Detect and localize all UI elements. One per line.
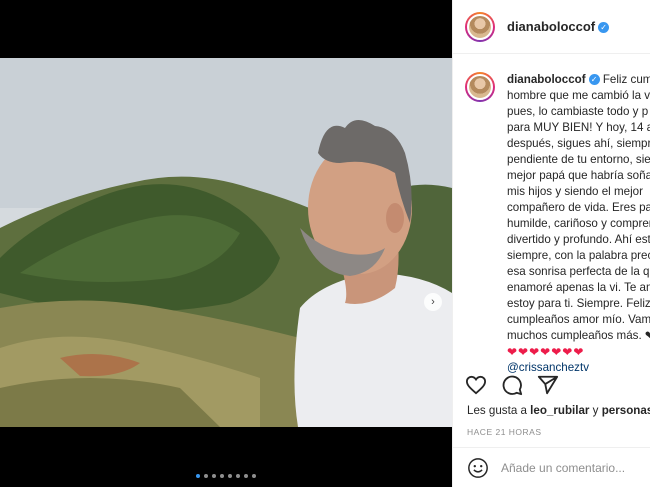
carousel-dot	[212, 474, 216, 478]
liker-username[interactable]: leo_rubilar	[530, 404, 589, 417]
verified-badge-icon: ✓	[598, 22, 610, 33]
caption-line: divertido y profundo. Ahí est	[507, 233, 650, 246]
caption-line: humilde, cariñoso y compren	[507, 217, 650, 230]
carousel-dot	[220, 474, 224, 478]
carousel-dot	[204, 474, 208, 478]
likes-summary: Les gusta a leo_rubilar y personas m	[467, 404, 650, 417]
caption-line: compañero de vida. Eres pac	[507, 201, 650, 214]
post-actions	[465, 374, 559, 396]
photo-scene	[0, 58, 452, 427]
caption-line: cumpleaños amor mío. Vamo	[507, 313, 650, 326]
next-photo-button[interactable]: ›	[424, 293, 442, 311]
caption-line: después, sigues ahí, siempre	[507, 137, 650, 150]
caption-line: Feliz cump	[602, 73, 650, 86]
likes-prefix: Les gusta a	[467, 404, 531, 417]
caption-line: esa sonrisa perfecta de la qu	[507, 265, 650, 278]
carousel-dot	[228, 474, 232, 478]
post-sidebar: dianaboloccof✓ dianaboloccof✓ Feliz cump…	[452, 0, 650, 487]
caption-avatar[interactable]	[465, 72, 495, 102]
caption-username[interactable]: dianaboloccof	[507, 73, 586, 86]
likes-others-link[interactable]: personas m	[602, 404, 650, 417]
caption-line: hombre que me cambió la v	[507, 89, 650, 102]
carousel-dot	[236, 474, 240, 478]
caption-line: para MUY BIEN! Y hoy, 14 a	[507, 121, 650, 134]
comment-bubble-icon[interactable]	[501, 374, 523, 396]
post-photo[interactable]: ›	[0, 58, 452, 427]
caption-line: pues, lo cambiaste todo y p	[507, 105, 649, 118]
post-timestamp[interactable]: HACE 21 HORAS	[467, 427, 542, 437]
post-header: dianaboloccof ✓	[453, 0, 650, 54]
avatar[interactable]	[465, 11, 495, 42]
carousel-dot	[244, 474, 248, 478]
caption-line: enamoré apenas la vi. Te am	[507, 281, 650, 294]
post-media-panel: ›	[0, 0, 452, 487]
header-username[interactable]: dianaboloccof ✓	[507, 19, 610, 34]
caption-line: estoy para ti. Siempre. Feliz	[507, 297, 650, 310]
username-link[interactable]: dianaboloccof	[507, 19, 595, 34]
comment-input[interactable]	[501, 460, 650, 475]
caption-line: muchos cumpleaños más. ❤	[507, 329, 650, 342]
caption-line: mejor papá que habría soña	[507, 169, 650, 182]
caption-text: dianaboloccof✓ Feliz cump hombre que me …	[507, 72, 650, 376]
carousel-indicator	[0, 474, 452, 478]
paper-plane-icon[interactable]	[537, 374, 559, 396]
carousel-dot	[196, 474, 200, 478]
hearts-emoji: ❤❤❤❤❤❤❤	[507, 345, 585, 359]
caption-line: mis hijos y siendo el mejor	[507, 185, 643, 198]
heart-outline-icon[interactable]	[465, 375, 487, 395]
caption-comment: dianaboloccof✓ Feliz cump hombre que me …	[465, 72, 650, 376]
caption-line: pendiente de tu entorno, sie	[507, 153, 650, 166]
caption-line: siempre, con la palabra prec	[507, 249, 650, 262]
verified-badge-icon: ✓	[588, 74, 600, 85]
carousel-dot	[252, 474, 256, 478]
likes-connector: y	[589, 404, 602, 417]
comment-bar	[453, 447, 650, 487]
emoji-icon[interactable]	[467, 457, 489, 479]
